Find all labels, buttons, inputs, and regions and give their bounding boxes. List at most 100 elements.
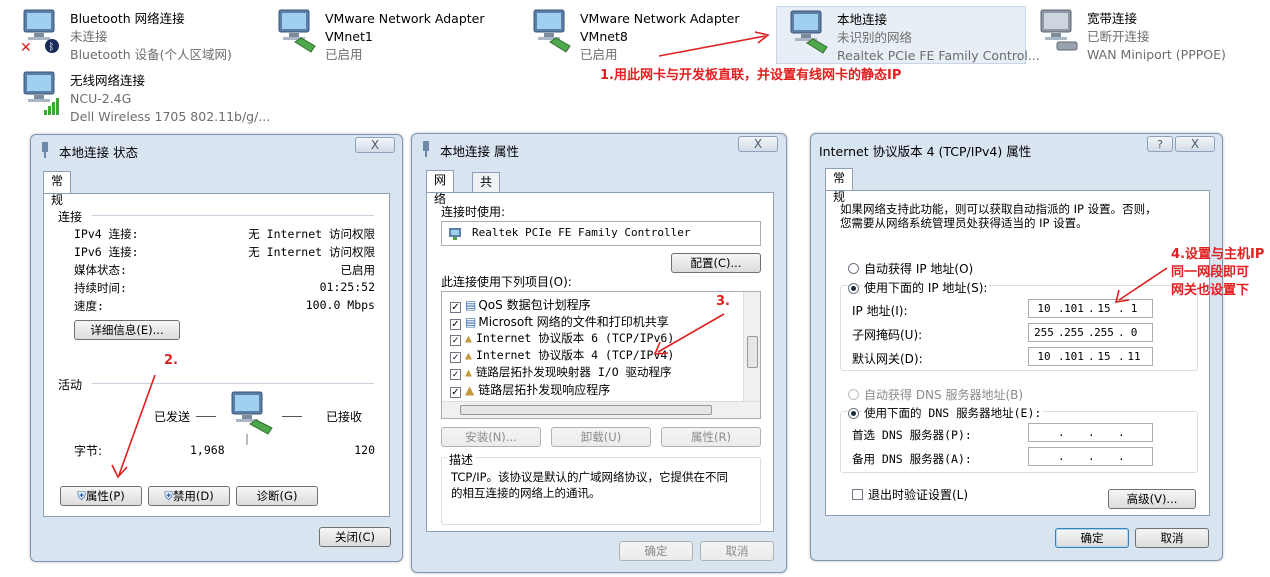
close-button[interactable]: X bbox=[1175, 136, 1215, 152]
dialog-title: 本地连接 属性 bbox=[440, 144, 519, 159]
properties-button[interactable]: ⛨属性(P) bbox=[60, 486, 142, 506]
network-adapter-icon bbox=[533, 9, 571, 53]
diagnose-button[interactable]: 诊断(G) bbox=[236, 486, 318, 506]
list-item[interactable]: ✓ ▤ Microsoft 网络的文件和打印机共享 bbox=[450, 313, 669, 330]
adapter-device: Bluetooth 设备(个人区域网) bbox=[70, 47, 232, 62]
list-item[interactable]: ✓ ▤ QoS 数据包计划程序 bbox=[450, 296, 591, 313]
duration-value: 01:25:52 bbox=[319, 280, 375, 294]
bytes-sent: 1,968 bbox=[190, 443, 225, 457]
annotation-1: 1.用此网卡与开发板直联，并设置有线网卡的静态IP bbox=[600, 68, 902, 83]
disable-button-label: 禁用(D) bbox=[172, 489, 214, 503]
ipv4-label: IPv4 连接: bbox=[74, 227, 139, 241]
close-icon: X bbox=[1190, 137, 1200, 151]
shield-icon: ⛨ bbox=[164, 489, 173, 503]
adapter-vmnet1[interactable]: VMware Network Adapter VMnet1 已启用 bbox=[265, 2, 515, 62]
status-dialog: 本地连接 状态 X 常规 连接 IPv4 连接: 无 Internet 访问权限… bbox=[30, 134, 403, 562]
adapter-bluetooth[interactable]: ✕ ᛒ Bluetooth 网络连接 未连接 Bluetooth 设备(个人区域… bbox=[10, 2, 260, 62]
network-adapter-icon bbox=[42, 142, 48, 158]
adapter-local-connection[interactable]: 本地连接 未识别的网络 Realtek PCIe FE Family Contr… bbox=[776, 6, 1040, 64]
network-activity-icon bbox=[231, 391, 273, 445]
annotation-arrow-1 bbox=[658, 31, 770, 57]
cancel-button[interactable]: 取消 bbox=[700, 541, 774, 561]
protocol-icon: ▲ bbox=[465, 365, 472, 379]
checkbox[interactable]: ✓ bbox=[450, 369, 461, 380]
tab-sharing[interactable]: 共享 bbox=[472, 172, 501, 208]
checkbox[interactable]: ✓ bbox=[450, 335, 461, 346]
adapter-wireless[interactable]: 无线网络连接 NCU-2.4G Dell Wireless 1705 802.1… bbox=[10, 64, 270, 124]
ipv6-value: 无 Internet 访问权限 bbox=[248, 245, 375, 259]
close-dialog-button[interactable]: 关闭(C) bbox=[319, 527, 391, 547]
speed-label: 速度: bbox=[74, 299, 104, 313]
checkbox[interactable]: ✓ bbox=[450, 387, 461, 398]
disable-button[interactable]: ⛨禁用(D) bbox=[148, 486, 230, 506]
annotation-arrow-4 bbox=[1114, 267, 1168, 303]
annotation-3: 3. bbox=[716, 294, 730, 309]
svg-text:✕: ✕ bbox=[20, 40, 32, 54]
wireless-adapter-icon bbox=[23, 71, 59, 115]
ipv4-dialog: Internet 协议版本 4 (TCP/IPv4) 属性 ? X 常规 如果网… bbox=[810, 133, 1264, 561]
checkbox[interactable]: ✓ bbox=[450, 319, 461, 330]
item-properties-button[interactable]: 属性(R) bbox=[661, 427, 761, 447]
use-ip-radio[interactable] bbox=[848, 283, 859, 294]
gateway-input[interactable]: 10. 101. 15. 11 bbox=[1028, 347, 1153, 366]
adapter-status: NCU-2.4G bbox=[70, 91, 132, 106]
protocol-icon: ▲ bbox=[465, 383, 475, 397]
ok-button[interactable]: 确定 bbox=[1055, 528, 1129, 548]
validate-checkbox[interactable] bbox=[852, 489, 863, 500]
checkbox[interactable]: ✓ bbox=[450, 352, 461, 363]
description-header: 描述 bbox=[447, 451, 476, 468]
bytes-label: 字节: bbox=[74, 444, 103, 458]
tab-general[interactable]: 常规 bbox=[43, 171, 72, 207]
network-adapter-icon bbox=[790, 10, 828, 54]
bluetooth-adapter-icon: ✕ ᛒ bbox=[20, 9, 59, 54]
qos-icon: ▤ bbox=[465, 298, 477, 312]
checkbox[interactable]: ✓ bbox=[450, 302, 461, 313]
auto-ip-label: 自动获得 IP 地址(O) bbox=[864, 262, 974, 276]
network-adapter-icon bbox=[423, 141, 429, 157]
advanced-button[interactable]: 高级(V)... bbox=[1108, 489, 1196, 509]
adapter-broadband[interactable]: 宽带连接 已断开连接 WAN Miniport (PPPOE) bbox=[1027, 2, 1267, 62]
item-label: 链路层拓扑发现映射器 I/O 驱动程序 bbox=[475, 365, 672, 379]
alternate-dns-input[interactable]: ... bbox=[1028, 447, 1153, 466]
preferred-dns-input[interactable]: ... bbox=[1028, 423, 1153, 442]
cancel-button[interactable]: 取消 bbox=[1135, 528, 1209, 548]
svg-text:ᛒ: ᛒ bbox=[49, 42, 55, 53]
connection-header: 连接 bbox=[58, 210, 83, 224]
tab-network[interactable]: 网络 bbox=[426, 170, 455, 206]
use-ip-label: 使用下面的 IP 地址(S): bbox=[862, 279, 990, 296]
horizontal-scrollbar[interactable] bbox=[442, 401, 760, 418]
alternate-dns-label: 备用 DNS 服务器(A): bbox=[852, 452, 972, 466]
adapter-device: Dell Wireless 1705 802.11b/g/... bbox=[70, 109, 271, 124]
ok-button[interactable]: 确定 bbox=[619, 541, 693, 561]
network-adapter-icon bbox=[278, 9, 316, 53]
uninstall-button[interactable]: 卸载(U) bbox=[551, 427, 651, 447]
gateway-label: 默认网关(D): bbox=[852, 352, 923, 366]
activity-header: 活动 bbox=[58, 378, 83, 392]
connect-using-label: 连接时使用: bbox=[441, 205, 506, 219]
description-text: 的相互连接的网络上的通讯。 bbox=[451, 486, 601, 500]
vertical-scrollbar[interactable] bbox=[743, 292, 760, 402]
shield-icon: ⛨ bbox=[77, 489, 86, 503]
details-button[interactable]: 详细信息(E)... bbox=[74, 320, 180, 340]
close-button[interactable]: X bbox=[355, 137, 395, 153]
help-icon: ? bbox=[1157, 138, 1163, 151]
adapter-status: 未识别的网络 bbox=[837, 30, 913, 45]
adapter-device: Realtek PCIe FE Family Control... bbox=[837, 48, 1040, 63]
list-item[interactable]: ✓ ▲ 链路层拓扑发现映射器 I/O 驱动程序 bbox=[450, 364, 672, 381]
auto-dns-label: 自动获得 DNS 服务器地址(B) bbox=[864, 388, 1024, 402]
tab-general[interactable]: 常规 bbox=[825, 168, 854, 204]
use-dns-radio[interactable] bbox=[848, 408, 859, 419]
subnet-mask-input[interactable]: 255. 255. 255. 0 bbox=[1028, 323, 1153, 342]
auto-ip-radio[interactable] bbox=[848, 263, 859, 274]
close-button[interactable]: X bbox=[738, 136, 778, 152]
install-button[interactable]: 安装(N)... bbox=[441, 427, 541, 447]
help-button[interactable]: ? bbox=[1147, 136, 1173, 152]
broadband-adapter-icon bbox=[1040, 9, 1078, 51]
dialog-title: Internet 协议版本 4 (TCP/IPv4) 属性 bbox=[819, 144, 1032, 159]
list-item[interactable]: ✓ ▲ Internet 协议版本 4 (TCP/IPv4) bbox=[450, 347, 674, 364]
configure-button[interactable]: 配置(C)... bbox=[671, 253, 761, 273]
network-adapter-icon bbox=[449, 228, 461, 240]
auto-dns-radio[interactable] bbox=[848, 389, 859, 400]
list-item[interactable]: ✓ ▲ 链路层拓扑发现响应程序 bbox=[450, 381, 610, 398]
list-item[interactable]: ✓ ▲ Internet 协议版本 6 (TCP/IPv6) bbox=[450, 330, 674, 347]
